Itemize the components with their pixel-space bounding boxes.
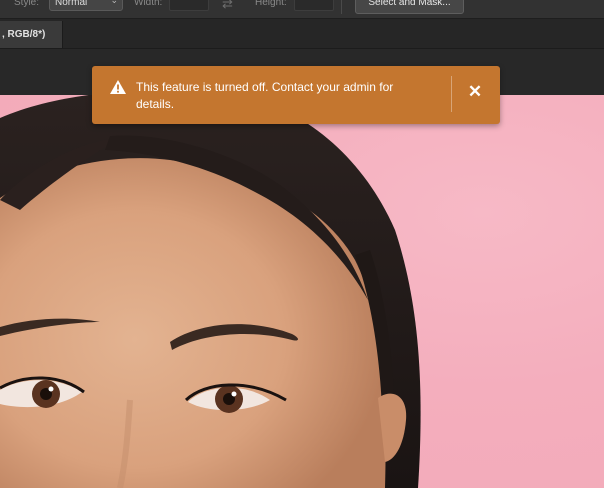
style-select[interactable]: Normal ⌄ [49,0,123,11]
height-label: Height: [255,0,287,8]
feature-disabled-toast: This feature is turned off. Contact your… [92,66,500,124]
image-canvas[interactable] [0,95,604,488]
toolbar-divider [341,0,342,14]
portrait-photo [0,95,421,488]
style-select-value: Normal [55,0,88,8]
select-and-mask-button[interactable]: Select and Mask... [355,0,464,14]
width-input[interactable] [169,0,209,11]
toast-message: This feature is turned off. Contact your… [136,80,394,111]
tool-options-bar: Style: Normal ⌄ Width: ⇄ Height: Select … [0,0,604,19]
height-input[interactable] [294,0,334,11]
document-tab-title: , RGB/8*) [2,29,46,40]
style-label: Style: [14,0,40,8]
toast-divider [451,76,452,112]
warning-icon [110,80,126,94]
swap-dimensions-icon[interactable]: ⇄ [222,0,233,12]
close-icon[interactable]: ✕ [466,83,484,101]
document-tab-bar: , RGB/8*) [0,19,604,49]
document-tab[interactable]: , RGB/8*) [0,21,63,48]
width-label: Width: [134,0,163,8]
chevron-down-icon: ⌄ [110,0,118,5]
